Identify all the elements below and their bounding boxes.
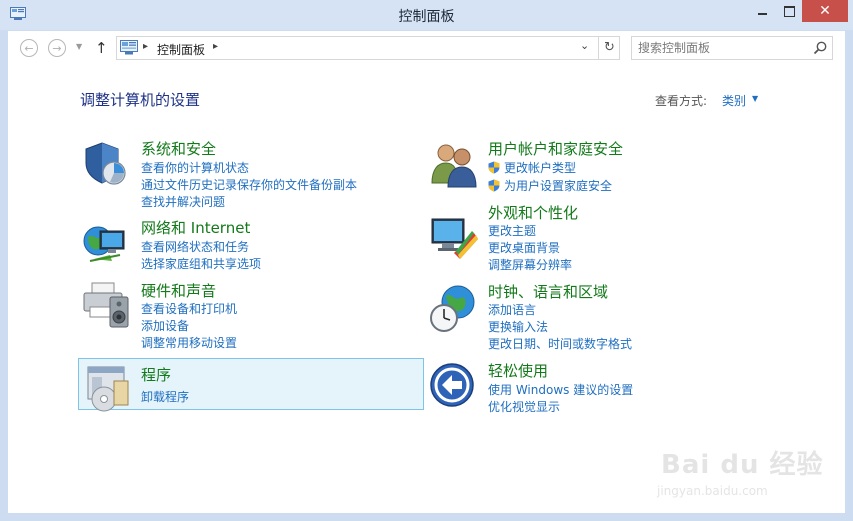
back-arrow-icon: ← [24, 41, 34, 55]
link-devices-printers[interactable]: 查看设备和打印机 [141, 300, 237, 317]
link-change-theme[interactable]: 更改主题 [488, 222, 536, 239]
view-by-dropdown[interactable]: 类别 [722, 92, 746, 109]
breadcrumb-chevron[interactable]: ▸ [213, 41, 218, 52]
category-title-programs[interactable]: 程序 [141, 364, 171, 385]
search-icon[interactable] [812, 40, 828, 56]
watermark-text: Bai du 经验 [661, 450, 824, 480]
monitor-palette-icon[interactable] [428, 213, 480, 265]
close-icon: ✕ [819, 3, 831, 19]
link-change-account-type[interactable]: 更改帐户类型 [488, 159, 576, 176]
link-screen-resolution[interactable]: 调整屏幕分辨率 [488, 256, 572, 273]
category-title-clock-region[interactable]: 时钟、语言和区域 [488, 281, 608, 302]
category-title-hardware-sound[interactable]: 硬件和声音 [141, 280, 216, 301]
title-bar[interactable]: 控制面板 ✕ [0, 0, 853, 30]
close-button[interactable]: ✕ [802, 0, 848, 22]
shield-icon[interactable] [80, 139, 132, 191]
breadcrumb-control-panel[interactable]: 控制面板 [157, 41, 205, 58]
link-add-device[interactable]: 添加设备 [141, 317, 189, 334]
refresh-icon[interactable]: ↻ [604, 40, 615, 55]
link-windows-recommended-settings[interactable]: 使用 Windows 建议的设置 [488, 381, 633, 398]
category-title-network-internet[interactable]: 网络和 Internet [141, 217, 250, 238]
minimize-button[interactable] [748, 0, 776, 22]
maximize-icon [783, 5, 795, 17]
back-button[interactable]: ← [20, 39, 38, 57]
watermark-url: jingyan.baidu.com [657, 484, 768, 498]
forward-button[interactable]: → [48, 39, 66, 57]
category-title-system-security[interactable]: 系统和安全 [141, 138, 216, 159]
network-globe-icon[interactable] [80, 217, 132, 269]
uac-shield-icon [488, 161, 500, 174]
minimize-icon [757, 13, 767, 15]
forward-arrow-icon: → [52, 41, 62, 55]
link-add-language[interactable]: 添加语言 [488, 301, 536, 318]
recent-locations-dropdown[interactable]: ▼ [76, 42, 82, 51]
link-family-safety-label[interactable]: 为用户设置家庭安全 [504, 179, 612, 193]
clock-globe-icon[interactable] [428, 282, 480, 334]
link-file-history-backup[interactable]: 通过文件历史记录保存你的文件备份副本 [141, 176, 357, 193]
link-mobility-settings[interactable]: 调整常用移动设置 [141, 334, 237, 351]
address-divider [598, 37, 599, 59]
link-uninstall-program[interactable]: 卸载程序 [141, 388, 189, 405]
ease-of-access-icon[interactable] [428, 361, 480, 413]
window-frame: 控制面板 ✕ ← → ▼ ↑ ▸ 控制面板 ▸ ⌄ ↻ 搜索控制面板 调整计算机… [0, 0, 853, 521]
link-family-safety[interactable]: 为用户设置家庭安全 [488, 177, 612, 194]
up-button[interactable]: ↑ [95, 39, 108, 57]
link-change-input-method[interactable]: 更换输入法 [488, 318, 548, 335]
link-change-desktop-background[interactable]: 更改桌面背景 [488, 239, 560, 256]
link-date-time-format[interactable]: 更改日期、时间或数字格式 [488, 335, 632, 352]
address-bar[interactable]: ▸ 控制面板 ▸ ⌄ ↻ [116, 36, 620, 60]
link-homegroup-sharing[interactable]: 选择家庭组和共享选项 [141, 255, 261, 272]
link-view-computer-status[interactable]: 查看你的计算机状态 [141, 159, 249, 176]
view-by-label: 查看方式: [655, 94, 708, 108]
control-panel-icon [120, 40, 138, 55]
programs-icon[interactable] [84, 361, 136, 413]
uac-shield-icon [488, 179, 500, 192]
search-box[interactable] [631, 36, 833, 60]
page-title: 调整计算机的设置 [80, 91, 201, 109]
link-optimize-visual-display[interactable]: 优化视觉显示 [488, 398, 560, 415]
category-title-ease-of-access[interactable]: 轻松使用 [488, 360, 548, 381]
baidu-watermark: Bai du 经验 jingyan.baidu.com [655, 440, 825, 510]
printer-speaker-icon[interactable] [80, 279, 132, 331]
address-dropdown-icon[interactable]: ⌄ [580, 39, 589, 52]
users-icon[interactable] [428, 139, 480, 191]
link-network-status[interactable]: 查看网络状态和任务 [141, 238, 249, 255]
category-title-appearance[interactable]: 外观和个性化 [488, 202, 578, 223]
search-input[interactable] [638, 40, 808, 56]
maximize-button[interactable] [776, 0, 802, 22]
link-troubleshoot[interactable]: 查找并解决问题 [141, 193, 225, 210]
link-change-account-type-label[interactable]: 更改帐户类型 [504, 161, 576, 175]
breadcrumb-separator[interactable]: ▸ [143, 41, 148, 52]
category-title-user-accounts[interactable]: 用户帐户和家庭安全 [488, 138, 623, 159]
navigation-bar: ← → ▼ ↑ ▸ 控制面板 ▸ ⌄ ↻ [8, 31, 845, 67]
view-by-chevron-icon[interactable]: ▼ [752, 94, 758, 103]
window-title: 控制面板 [398, 9, 455, 25]
